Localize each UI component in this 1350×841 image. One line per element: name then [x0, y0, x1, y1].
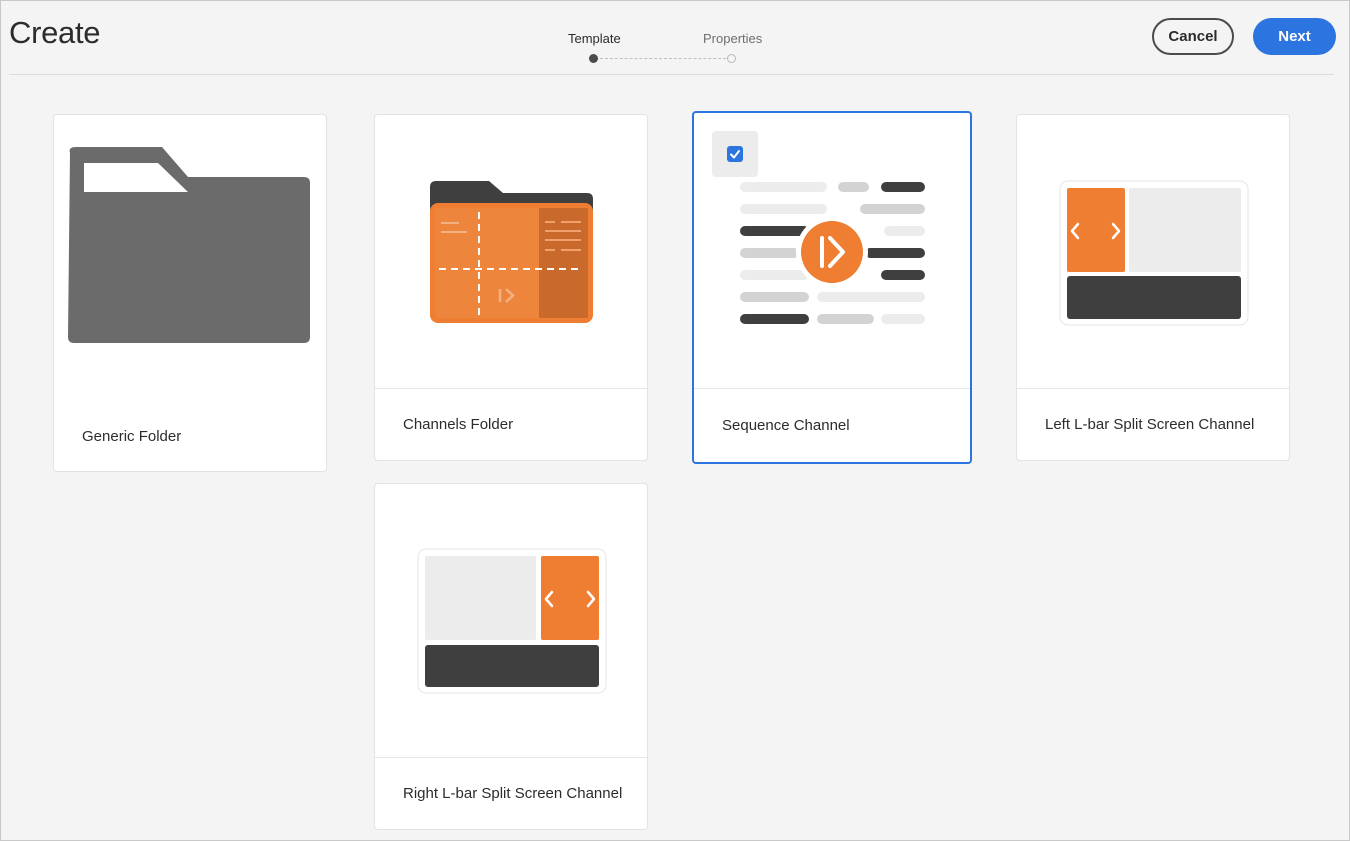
card-label: Sequence Channel — [694, 388, 970, 462]
next-button[interactable]: Next — [1253, 18, 1336, 55]
header: Create Template Properties Cancel Next — [9, 1, 1336, 75]
stepper-line — [600, 58, 726, 59]
card-thumbnail — [375, 115, 647, 390]
stepper: Template Properties — [567, 31, 767, 65]
template-card-channels-folder[interactable]: Channels Folder — [374, 114, 648, 461]
step-properties-label: Properties — [703, 31, 763, 46]
template-card-right-lbar-split-screen[interactable]: Right L-bar Split Screen Channel — [374, 483, 648, 830]
template-card-sequence-channel[interactable]: Sequence Channel — [692, 111, 972, 464]
selection-checkbox[interactable] — [712, 131, 758, 177]
step-template-label: Template — [568, 31, 621, 46]
card-thumbnail — [54, 115, 326, 390]
card-label: Left L-bar Split Screen Channel — [1017, 388, 1289, 460]
template-card-generic-folder[interactable]: Generic Folder — [53, 114, 327, 472]
card-label: Generic Folder — [82, 427, 182, 445]
card-thumbnail — [1017, 115, 1289, 390]
step-template-dot — [589, 54, 598, 63]
page-title: Create — [9, 15, 101, 50]
template-card-left-lbar-split-screen[interactable]: Left L-bar Split Screen Channel — [1016, 114, 1290, 461]
left-lbar-split-icon — [1059, 180, 1249, 326]
channels-folder-icon — [430, 181, 593, 323]
generic-folder-icon — [68, 147, 310, 343]
checkmark-icon — [727, 146, 743, 162]
card-thumbnail — [375, 484, 647, 759]
right-lbar-split-icon — [417, 548, 607, 694]
cancel-button[interactable]: Cancel — [1152, 18, 1234, 55]
card-label: Right L-bar Split Screen Channel — [375, 757, 647, 829]
step-properties-dot — [727, 54, 736, 63]
card-label: Channels Folder — [375, 388, 647, 460]
